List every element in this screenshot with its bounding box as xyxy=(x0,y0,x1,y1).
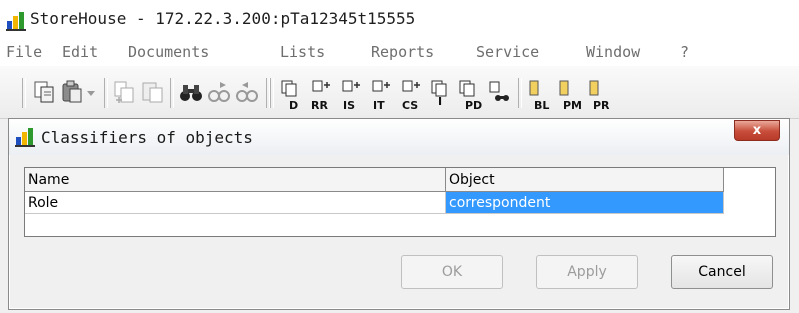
column-header-object[interactable]: Object xyxy=(446,168,724,192)
doc-cs-icon[interactable]: CS xyxy=(398,78,424,111)
copy-add-icon[interactable] xyxy=(112,78,138,106)
doc-i-label: I xyxy=(438,95,443,108)
doc-is-label: IS xyxy=(343,99,356,112)
cancel-button[interactable]: Cancel xyxy=(671,255,773,289)
apply-button[interactable]: Apply xyxy=(536,255,638,289)
ok-button[interactable]: OK xyxy=(401,255,503,289)
app-window-title: StoreHouse - 172.22.3.200:pTa12345t15555 xyxy=(30,9,416,28)
dialog-titlebar[interactable]: Classifiers of objects x xyxy=(9,119,789,155)
menu-help[interactable]: ? xyxy=(680,43,689,61)
doc-d-icon[interactable]: D xyxy=(278,78,304,111)
doc-cs-label: CS xyxy=(402,99,419,112)
column-header-name[interactable]: Name xyxy=(25,168,446,192)
binoculars-icon[interactable] xyxy=(178,78,204,106)
list-pm-icon[interactable]: PM xyxy=(556,78,582,111)
menu-documents[interactable]: Documents xyxy=(128,43,209,61)
doc-pd-icon[interactable]: PD xyxy=(456,78,482,111)
menu-window[interactable]: Window xyxy=(586,43,640,61)
cell-name[interactable]: Role xyxy=(25,192,446,214)
doc-it-icon[interactable]: IT xyxy=(368,78,394,111)
doc-i-icon[interactable]: I xyxy=(428,78,454,108)
doc-rr-label: RR xyxy=(311,99,328,112)
paste-icon[interactable] xyxy=(60,78,86,106)
toolbar-separator xyxy=(170,78,174,108)
menu-reports[interactable]: Reports xyxy=(371,43,434,61)
copy-icon[interactable] xyxy=(32,78,58,106)
dropdown-arrow-icon[interactable] xyxy=(84,78,98,106)
paste-add-icon[interactable] xyxy=(140,78,166,106)
list-bl-icon[interactable]: BL xyxy=(526,78,552,111)
menu-file[interactable]: File xyxy=(6,43,42,61)
menu-service[interactable]: Service xyxy=(476,43,539,61)
list-bl-label: BL xyxy=(534,99,550,112)
find-next-icon[interactable] xyxy=(206,78,232,106)
storehouse-app-icon xyxy=(6,11,26,31)
doc-d-label: D xyxy=(289,99,299,112)
toolbar-separator xyxy=(104,78,108,108)
doc-it-label: IT xyxy=(373,99,385,112)
list-pm-label: PM xyxy=(563,99,583,112)
close-button[interactable]: x xyxy=(734,120,780,141)
main-window-titlebar: StoreHouse - 172.22.3.200:pTa12345t15555 xyxy=(0,0,799,38)
toolbar-grip[interactable] xyxy=(22,78,26,108)
classifiers-grid[interactable]: Name Object Role correspondent xyxy=(24,167,776,237)
menu-lists[interactable]: Lists xyxy=(280,43,325,61)
menu-bar: File Edit Documents Lists Reports Servic… xyxy=(0,38,799,66)
doc-rr-icon[interactable]: RR xyxy=(308,78,334,111)
doc-find-icon[interactable] xyxy=(486,78,512,106)
menu-edit[interactable]: Edit xyxy=(62,43,98,61)
dialog-title: Classifiers of objects xyxy=(41,128,253,147)
find-prev-icon[interactable] xyxy=(234,78,260,106)
list-pr-label: PR xyxy=(593,99,610,112)
doc-is-icon[interactable]: IS xyxy=(338,78,364,111)
list-pr-icon[interactable]: PR xyxy=(586,78,612,111)
classifiers-dialog: Classifiers of objects x Name Object Rol… xyxy=(8,118,790,310)
toolbar-separator xyxy=(518,78,522,108)
storehouse-dialog-icon xyxy=(15,127,35,147)
toolbar: D RR IS IT CS I PD BL PM PR xyxy=(0,66,799,119)
doc-pd-label: PD xyxy=(465,99,483,112)
toolbar-grip[interactable] xyxy=(270,78,274,108)
cell-object-selected[interactable]: correspondent xyxy=(446,192,724,214)
